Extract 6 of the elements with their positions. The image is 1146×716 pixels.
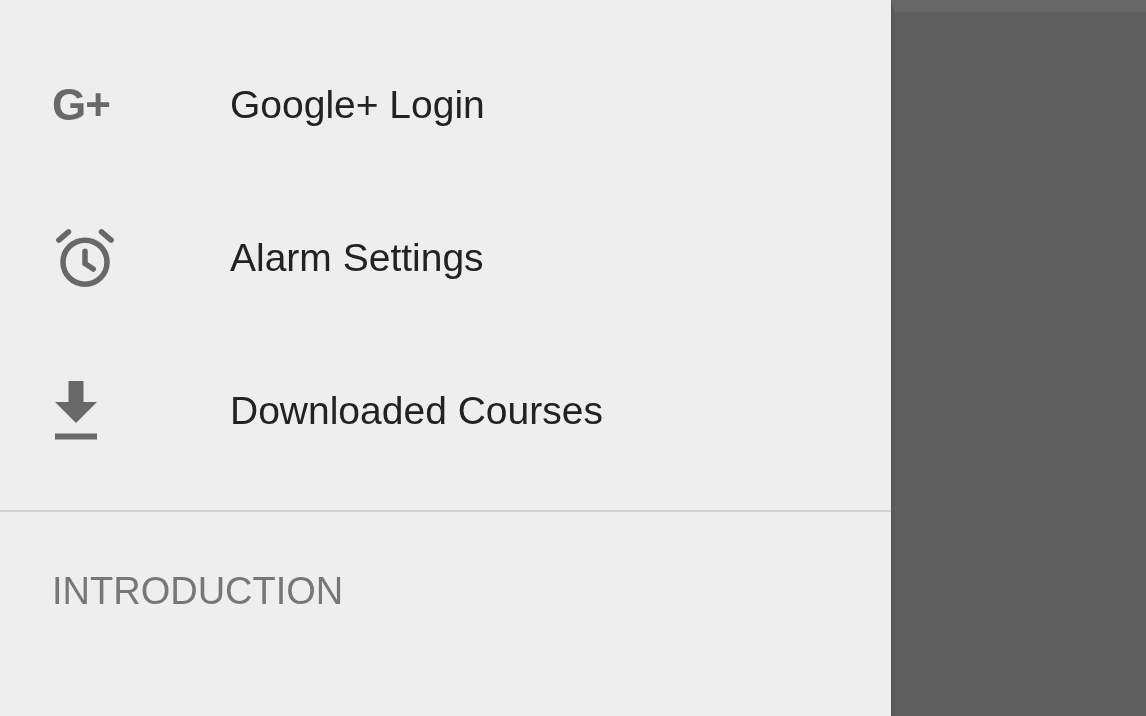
menu-item[interactable]: Google+ Login bbox=[230, 82, 485, 127]
menu-item[interactable]: Downloaded Courses bbox=[230, 388, 603, 433]
google-plus-icon: G+ bbox=[52, 79, 110, 130]
download-icon bbox=[52, 380, 100, 441]
menu-item[interactable]: Alarm Settings bbox=[230, 235, 484, 280]
section-header: INTRODUCTION bbox=[52, 569, 344, 613]
